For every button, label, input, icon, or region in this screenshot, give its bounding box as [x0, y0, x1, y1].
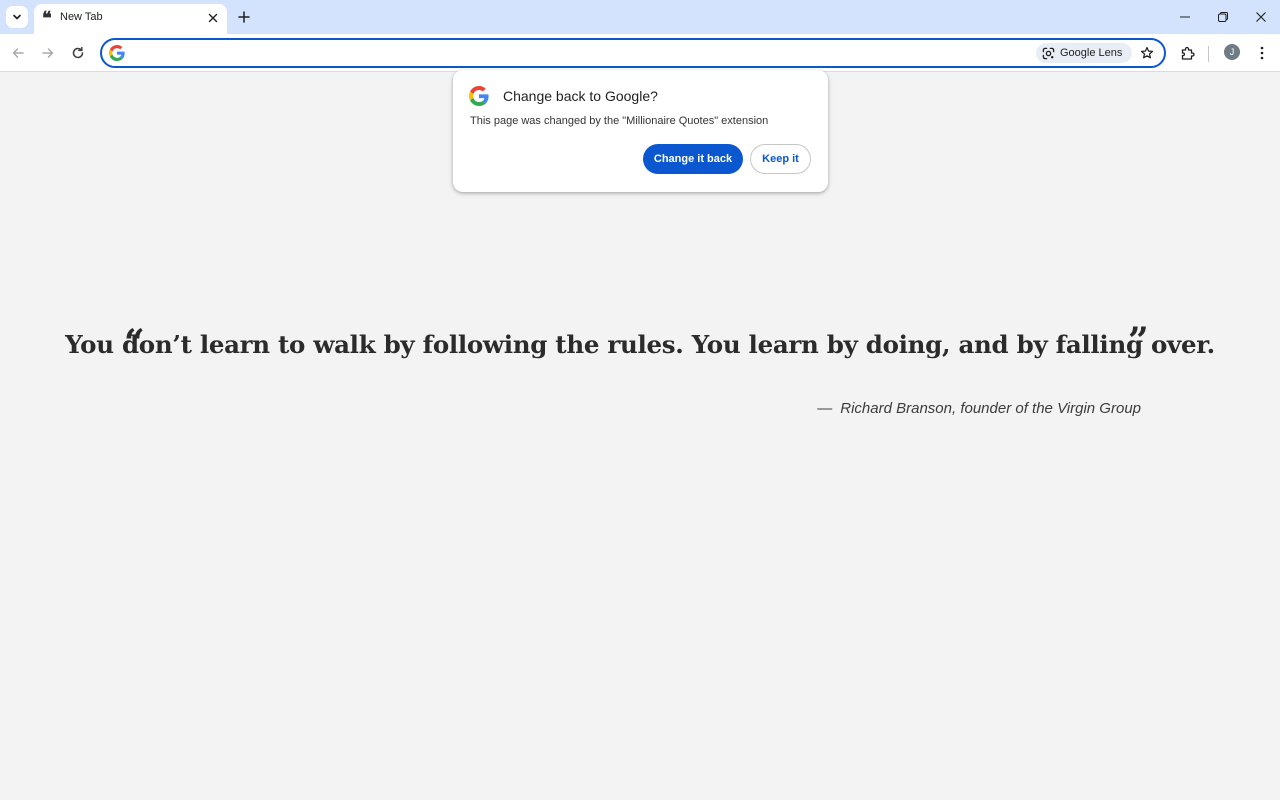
star-icon — [1140, 46, 1154, 59]
address-bar[interactable]: Google Lens — [100, 38, 1166, 68]
toolbar: Google Lens — [0, 34, 1280, 72]
restore-icon — [1218, 12, 1228, 22]
tab-new-tab[interactable]: ❝ New Tab — [34, 4, 227, 34]
extensions-button[interactable] — [1178, 43, 1198, 63]
reload-button[interactable] — [68, 43, 88, 63]
browser-menu-button[interactable] — [1252, 43, 1272, 63]
plus-icon — [238, 11, 250, 23]
toolbar-divider — [1208, 46, 1209, 62]
close-icon — [1256, 12, 1266, 22]
author-name: Richard Branson, founder of the Virgin G… — [840, 400, 1141, 417]
google-g-icon — [109, 45, 125, 61]
chevron-down-icon — [13, 14, 21, 20]
google-lens-button[interactable]: Google Lens — [1036, 43, 1132, 63]
tab-close-button[interactable] — [205, 10, 221, 26]
change-it-back-button[interactable]: Change it back — [643, 144, 743, 174]
keep-it-button[interactable]: Keep it — [750, 144, 811, 174]
profile-avatar[interactable]: J — [1224, 44, 1240, 60]
google-lens-label: Google Lens — [1060, 47, 1123, 59]
quote-block: “ You don’t learn to walk by following t… — [0, 320, 1280, 364]
author-dash: — — [817, 400, 833, 417]
open-quote-mark: “ — [124, 322, 145, 364]
quote-author: — Richard Branson, founder of the Virgin … — [817, 400, 1141, 417]
address-input[interactable] — [132, 44, 1012, 64]
google-g-icon — [469, 86, 489, 106]
reload-icon — [72, 46, 84, 59]
quote-text: You don’t learn to walk by following the… — [65, 330, 1215, 359]
minimize-button[interactable] — [1174, 6, 1196, 28]
new-tab-button[interactable] — [234, 7, 254, 27]
close-icon — [208, 13, 218, 23]
puzzle-icon — [1181, 46, 1195, 60]
minimize-icon — [1180, 16, 1190, 18]
google-lens-icon — [1042, 47, 1055, 59]
tab-strip: ❝ New Tab — [0, 0, 1280, 34]
dialog-title: Change back to Google? — [503, 88, 658, 104]
bookmark-button[interactable] — [1138, 44, 1156, 62]
back-button[interactable] — [8, 43, 28, 63]
arrow-left-icon — [12, 48, 24, 58]
tab-title: New Tab — [60, 11, 103, 23]
forward-button[interactable] — [38, 43, 58, 63]
close-quote-mark: ” — [1128, 320, 1149, 362]
restore-button[interactable] — [1212, 6, 1234, 28]
kebab-menu-icon — [1260, 46, 1264, 60]
quote-favicon-icon: ❝ — [42, 8, 52, 29]
change-back-dialog: Change back to Google? This page was cha… — [453, 70, 828, 192]
tab-search-button[interactable] — [6, 6, 28, 28]
arrow-right-icon — [42, 48, 54, 58]
close-window-button[interactable] — [1250, 6, 1272, 28]
dialog-description: This page was changed by the "Millionair… — [470, 115, 769, 127]
